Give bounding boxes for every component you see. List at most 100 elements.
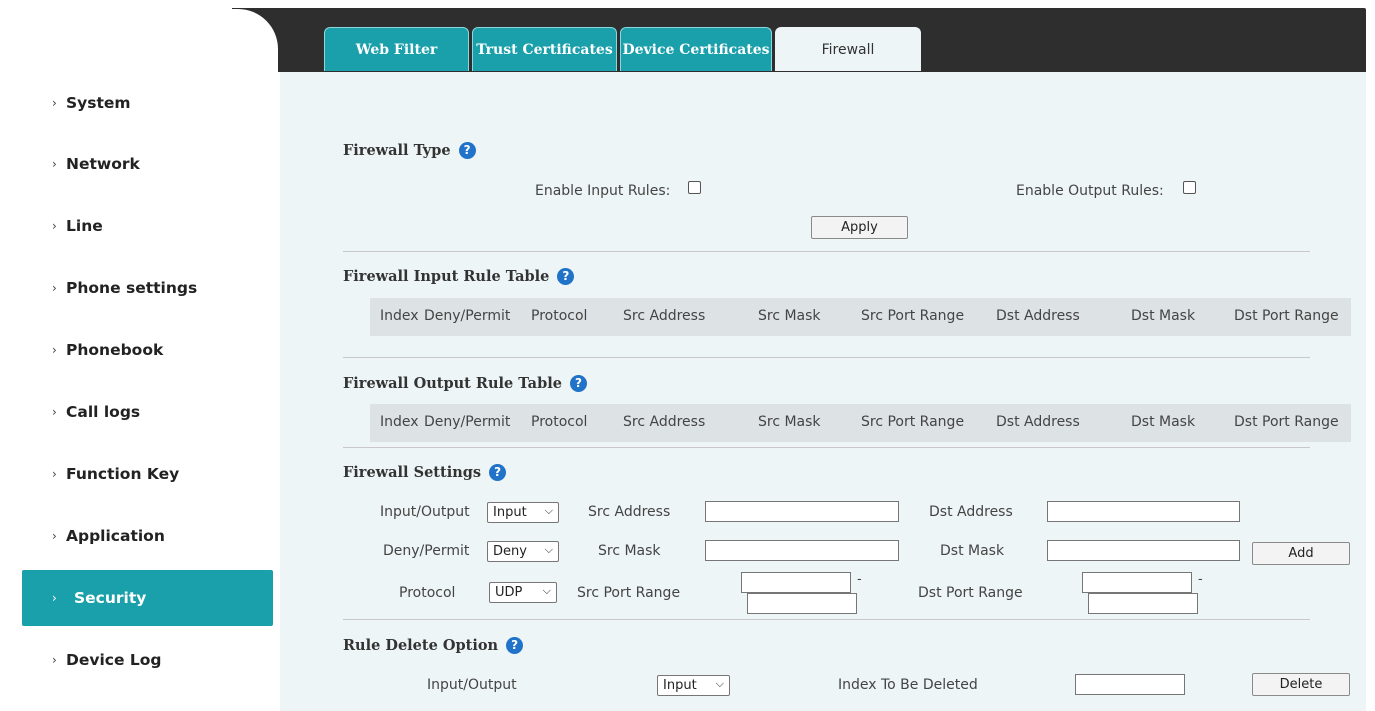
sidebar-item-label: Application: [66, 527, 165, 545]
divider: [343, 447, 1310, 448]
chevron-right-icon: ›: [52, 157, 57, 171]
column-header: Dst Mask: [1131, 308, 1196, 324]
help-circle-icon[interactable]: ?: [458, 142, 476, 159]
chevron-right-icon: ›: [52, 405, 57, 419]
tab-firewall[interactable]: Firewall: [775, 27, 921, 71]
help-circle-icon[interactable]: ?: [557, 268, 575, 285]
src-port-end-input[interactable]: [747, 593, 857, 614]
deny-permit-select[interactable]: Deny ⌵: [487, 541, 559, 562]
index-to-be-deleted-input[interactable]: [1075, 674, 1185, 695]
tab-trust-certificates[interactable]: Trust Certificates: [472, 27, 617, 71]
dst-address-input[interactable]: [1047, 501, 1240, 522]
chevron-right-icon: ›: [52, 591, 57, 605]
input-rule-table-title: Firewall Input Rule Table?: [343, 268, 575, 285]
apply-button[interactable]: Apply: [811, 216, 908, 239]
chevron-right-icon: ›: [52, 529, 57, 543]
deny-permit-label: Deny/Permit: [383, 543, 470, 559]
sidebar-item-system[interactable]: › System: [8, 75, 273, 131]
delete-button[interactable]: Delete: [1252, 673, 1350, 696]
sidebar-item-application[interactable]: › Application: [8, 508, 273, 564]
sidebar-item-label: Network: [66, 155, 140, 173]
protocol-select[interactable]: UDP ⌵: [489, 582, 557, 603]
select-value: Deny: [493, 544, 527, 559]
sidebar-item-line[interactable]: › Line: [8, 198, 273, 254]
chevron-right-icon: ›: [52, 281, 57, 295]
sidebar-item-security[interactable]: › Security: [22, 570, 273, 626]
rule-delete-option-title: Rule Delete Option?: [343, 637, 524, 654]
column-header: Src Port Range: [861, 414, 965, 430]
dst-port-end-input[interactable]: [1088, 593, 1198, 614]
sidebar-item-phonebook[interactable]: › Phonebook: [8, 322, 273, 378]
column-header: Index: [380, 308, 419, 324]
select-value: UDP: [495, 585, 523, 600]
index-to-be-deleted-label: Index To Be Deleted: [838, 677, 978, 693]
output-rule-table-title: Firewall Output Rule Table?: [343, 375, 587, 392]
column-header: Dst Mask: [1131, 414, 1196, 430]
enable-output-rules-label: Enable Output Rules:: [1016, 183, 1164, 199]
column-header: Index: [380, 414, 419, 430]
chevron-right-icon: ›: [52, 343, 57, 357]
output-rule-table-header: Index Deny/Permit Protocol Src Address S…: [370, 404, 1351, 442]
sidebar-item-label: Line: [66, 217, 103, 235]
sidebar-item-label: Call logs: [66, 403, 141, 421]
sidebar-item-device-log[interactable]: › Device Log: [8, 632, 273, 688]
sidebar-item-label: Function Key: [66, 465, 180, 483]
column-header: Dst Address: [996, 414, 1080, 430]
input-rule-table-header: Index Deny/Permit Protocol Src Address S…: [370, 298, 1351, 336]
chevron-right-icon: ›: [52, 219, 57, 233]
range-separator: -: [1198, 572, 1203, 587]
column-header: Dst Address: [996, 308, 1080, 324]
src-port-start-input[interactable]: [741, 572, 851, 593]
range-separator: -: [857, 572, 862, 587]
help-circle-icon[interactable]: ?: [569, 375, 587, 392]
firewall-settings-title: Firewall Settings?: [343, 464, 507, 481]
divider: [343, 357, 1310, 358]
enable-output-rules-checkbox[interactable]: [1183, 181, 1196, 194]
sidebar-item-label: Phone settings: [66, 279, 198, 297]
sidebar-item-network[interactable]: › Network: [8, 136, 273, 192]
section-title-text: Firewall Output Rule Table: [343, 375, 562, 392]
src-address-input[interactable]: [705, 501, 899, 522]
section-title-text: Rule Delete Option: [343, 637, 499, 654]
column-header: Dst Port Range: [1234, 308, 1339, 324]
column-header: Src Mask: [758, 414, 821, 430]
dst-port-start-input[interactable]: [1082, 572, 1192, 593]
section-title-text: Firewall Input Rule Table: [343, 268, 550, 285]
chevron-right-icon: ›: [52, 467, 57, 481]
delete-input-output-label: Input/Output: [427, 677, 517, 693]
divider: [343, 619, 1310, 620]
protocol-label: Protocol: [399, 585, 456, 601]
firewall-type-title: Firewall Type?: [343, 142, 476, 159]
sidebar-item-phone-settings[interactable]: › Phone settings: [8, 260, 273, 316]
section-title-text: Firewall Type: [343, 142, 451, 159]
column-header: Dst Port Range: [1234, 414, 1339, 430]
column-header: Src Address: [623, 414, 706, 430]
dst-mask-input[interactable]: [1047, 540, 1240, 561]
column-header: Protocol: [531, 414, 588, 430]
input-output-select[interactable]: Input ⌵: [487, 502, 559, 523]
enable-input-rules-label: Enable Input Rules:: [535, 183, 671, 199]
sidebar-item-label: Device Log: [66, 651, 162, 669]
input-output-label: Input/Output: [380, 504, 470, 520]
chevron-right-icon: ›: [52, 96, 57, 110]
add-button[interactable]: Add: [1252, 542, 1350, 565]
column-header: Deny/Permit: [424, 414, 511, 430]
select-value: Input: [493, 505, 527, 520]
select-value: Input: [663, 678, 697, 693]
divider: [343, 251, 1310, 252]
sidebar-item-call-logs[interactable]: › Call logs: [8, 384, 273, 440]
src-port-range-label: Src Port Range: [577, 585, 681, 601]
help-circle-icon[interactable]: ?: [489, 464, 507, 481]
dst-address-label: Dst Address: [929, 504, 1013, 520]
enable-input-rules-checkbox[interactable]: [688, 181, 701, 194]
column-header: Src Port Range: [861, 308, 965, 324]
tab-device-certificates[interactable]: Device Certificates: [620, 27, 772, 71]
help-circle-icon[interactable]: ?: [506, 637, 524, 654]
src-address-label: Src Address: [588, 504, 671, 520]
sidebar-item-function-key[interactable]: › Function Key: [8, 446, 273, 502]
src-mask-label: Src Mask: [598, 543, 661, 559]
src-mask-input[interactable]: [705, 540, 899, 561]
sidebar-item-label: System: [66, 94, 131, 112]
delete-input-output-select[interactable]: Input ⌵: [657, 675, 730, 696]
tab-web-filter[interactable]: Web Filter: [324, 27, 469, 71]
